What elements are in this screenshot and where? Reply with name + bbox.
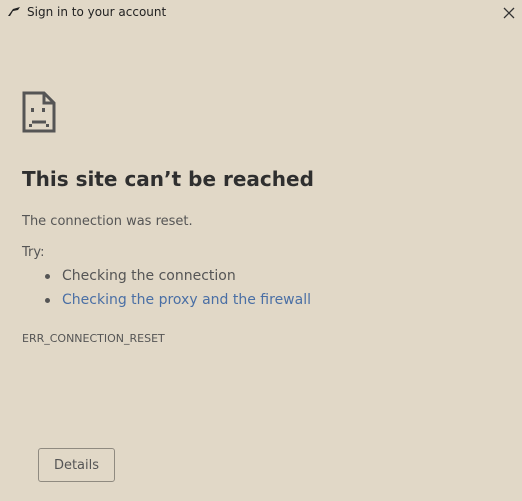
close-button[interactable] [497,1,521,25]
error-heading: This site can’t be reached [22,167,314,191]
browser-window: Sign in to your account This site can’t … [0,0,522,501]
suggestion-item: Checking the connection [22,266,311,290]
sad-page-icon [22,91,56,133]
suggestions-list: Checking the connection Checking the pro… [22,266,311,314]
error-message: The connection was reset. [22,214,193,229]
details-button[interactable]: Details [38,448,115,482]
error-code: ERR_CONNECTION_RESET [22,332,165,345]
close-icon [503,7,515,19]
window-title: Sign in to your account [27,5,167,19]
arrow-logo-icon [8,7,20,16]
bullet [45,298,50,303]
try-label: Try: [22,245,45,260]
suggestion-item: Checking the proxy and the firewall [22,290,311,314]
proxy-firewall-link[interactable]: Checking the proxy and the firewall [62,292,311,308]
bullet [45,274,50,279]
suggestion-text: Checking the connection [62,268,236,284]
title-bar: Sign in to your account [0,0,522,26]
